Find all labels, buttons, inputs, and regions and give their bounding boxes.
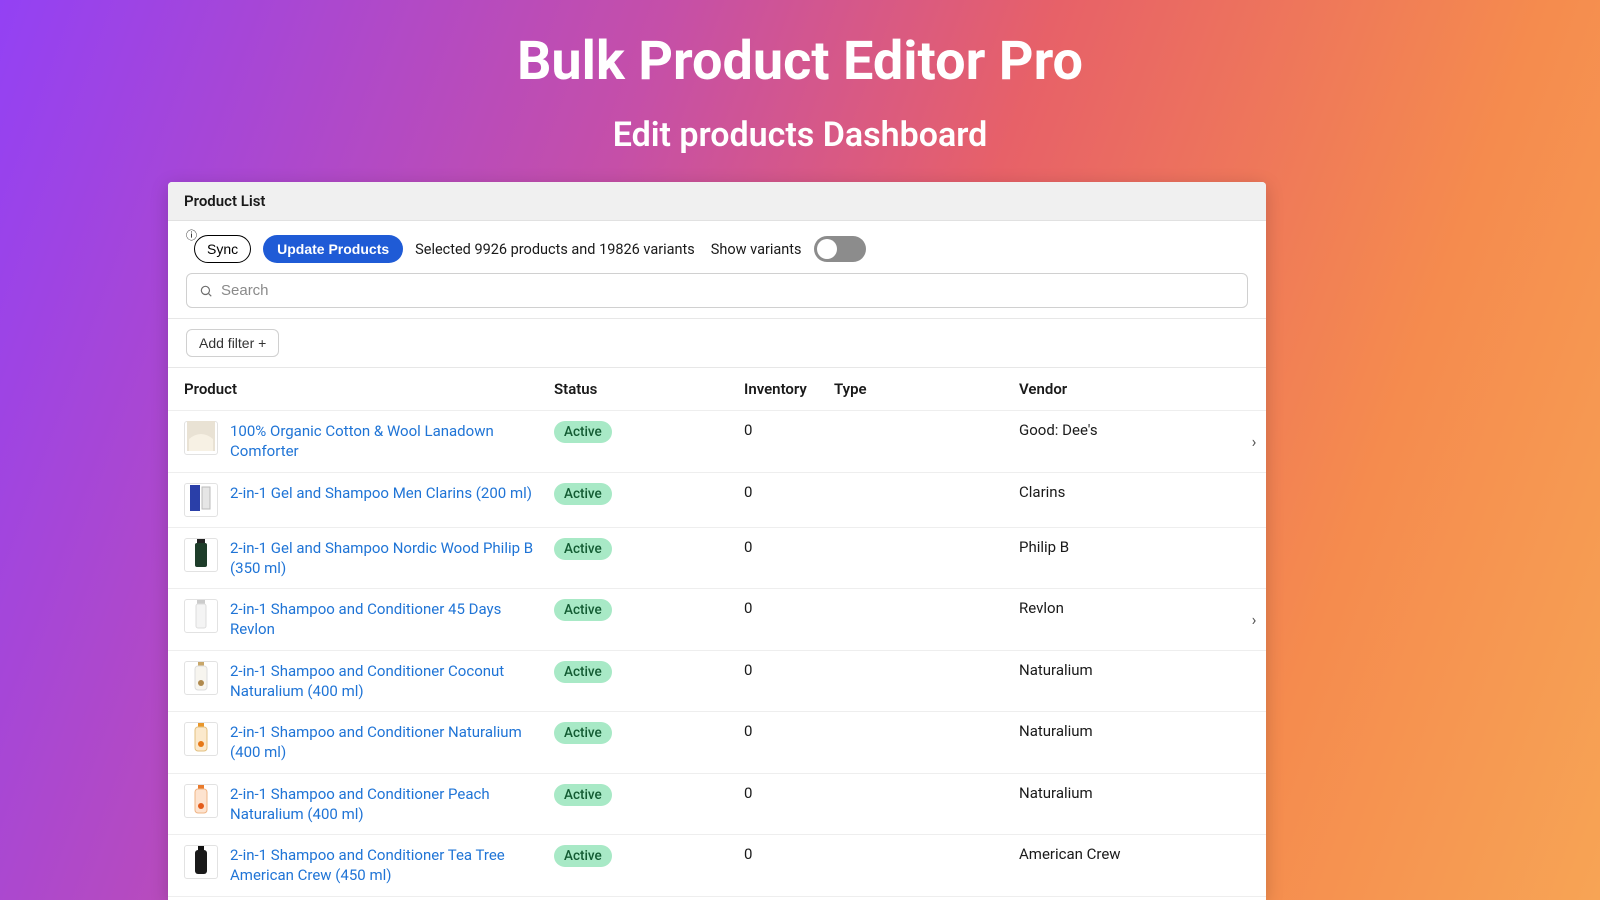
- product-thumbnail[interactable]: [184, 784, 218, 818]
- col-vendor[interactable]: Vendor: [1019, 380, 1239, 398]
- table-row: 2-in-1 Gel and Shampoo Men Clarins (200 …: [168, 473, 1266, 528]
- product-thumbnail[interactable]: [184, 421, 218, 455]
- product-list-panel: Product List ⓘ Sync Update Products Sele…: [168, 182, 1266, 900]
- status-badge: Active: [554, 661, 612, 683]
- inventory-value: 0: [744, 421, 834, 439]
- product-thumbnail[interactable]: [184, 661, 218, 695]
- status-badge: Active: [554, 599, 612, 621]
- table-row: 2-in-1 Shampoo and Conditioner Naturaliu…: [168, 712, 1266, 774]
- table-row: 2-in-1 Shampoo and Conditioner Peach Nat…: [168, 774, 1266, 836]
- vendor-value: Naturalium: [1019, 784, 1239, 802]
- search-icon: [199, 284, 213, 298]
- chevron-right-icon[interactable]: ›: [1252, 432, 1257, 451]
- status-badge: Active: [554, 845, 612, 867]
- product-thumbnail[interactable]: [184, 722, 218, 756]
- product-thumbnail[interactable]: [184, 483, 218, 517]
- table-row: 100% Organic Cotton & Wool Lanadown Comf…: [168, 411, 1266, 473]
- table-row: 2-in-1 Gel and Shampoo Nordic Wood Phili…: [168, 528, 1266, 590]
- product-name-link[interactable]: 2-in-1 Gel and Shampoo Men Clarins (200 …: [230, 483, 554, 503]
- col-type[interactable]: Type: [834, 380, 1019, 398]
- product-name-link[interactable]: 100% Organic Cotton & Wool Lanadown Comf…: [230, 421, 554, 462]
- product-name-link[interactable]: 2-in-1 Shampoo and Conditioner Coconut N…: [230, 661, 554, 702]
- table-row: 2-in-1 Shampoo and Conditioner Tea Tree …: [168, 835, 1266, 897]
- product-name-link[interactable]: 2-in-1 Shampoo and Conditioner Peach Nat…: [230, 784, 554, 825]
- status-badge: Active: [554, 784, 612, 806]
- status-badge: Active: [554, 538, 612, 560]
- vendor-value: Good: Dee's: [1019, 421, 1239, 439]
- status-badge: Active: [554, 421, 612, 443]
- inventory-value: 0: [744, 784, 834, 802]
- toolbar: ⓘ Sync Update Products Selected 9926 pro…: [168, 221, 1266, 273]
- search-box[interactable]: [186, 273, 1248, 308]
- show-variants-toggle[interactable]: [814, 236, 866, 262]
- vendor-value: Clarins: [1019, 483, 1239, 501]
- inventory-value: 0: [744, 483, 834, 501]
- page-title: Bulk Product Editor Pro: [0, 0, 1600, 93]
- product-name-link[interactable]: 2-in-1 Gel and Shampoo Nordic Wood Phili…: [230, 538, 554, 579]
- show-variants-label: Show variants: [711, 241, 802, 258]
- product-thumbnail[interactable]: [184, 538, 218, 572]
- vendor-value: Revlon: [1019, 599, 1239, 617]
- table-row: 2-in-1 Shampoo and Conditioner Coconut N…: [168, 651, 1266, 713]
- product-table: Product Status Inventory Type Vendor 100…: [168, 367, 1266, 897]
- inventory-value: 0: [744, 538, 834, 556]
- table-row: 2-in-1 Shampoo and Conditioner 45 Days R…: [168, 589, 1266, 651]
- col-status[interactable]: Status: [554, 380, 744, 398]
- inventory-value: 0: [744, 845, 834, 863]
- inventory-value: 0: [744, 661, 834, 679]
- selection-summary: Selected 9926 products and 19826 variant…: [415, 241, 695, 258]
- sync-button[interactable]: Sync: [194, 235, 251, 263]
- product-name-link[interactable]: 2-in-1 Shampoo and Conditioner Tea Tree …: [230, 845, 554, 886]
- inventory-value: 0: [744, 722, 834, 740]
- product-name-link[interactable]: 2-in-1 Shampoo and Conditioner Naturaliu…: [230, 722, 554, 763]
- chevron-right-icon[interactable]: ›: [1252, 610, 1257, 629]
- info-icon[interactable]: ⓘ: [186, 227, 197, 243]
- page-subtitle: Edit products Dashboard: [0, 115, 1600, 155]
- vendor-value: American Crew: [1019, 845, 1239, 863]
- col-inventory[interactable]: Inventory: [744, 380, 834, 398]
- vendor-value: Naturalium: [1019, 722, 1239, 740]
- add-filter-button[interactable]: Add filter +: [186, 329, 279, 357]
- status-badge: Active: [554, 722, 612, 744]
- search-input[interactable]: [221, 282, 1235, 299]
- product-thumbnail[interactable]: [184, 599, 218, 633]
- product-name-link[interactable]: 2-in-1 Shampoo and Conditioner 45 Days R…: [230, 599, 554, 640]
- panel-title: Product List: [168, 182, 1266, 221]
- update-products-button[interactable]: Update Products: [263, 235, 403, 263]
- status-badge: Active: [554, 483, 612, 505]
- vendor-value: Naturalium: [1019, 661, 1239, 679]
- inventory-value: 0: [744, 599, 834, 617]
- col-product[interactable]: Product: [184, 380, 554, 398]
- vendor-value: Philip B: [1019, 538, 1239, 556]
- table-header: Product Status Inventory Type Vendor: [168, 368, 1266, 411]
- product-thumbnail[interactable]: [184, 845, 218, 879]
